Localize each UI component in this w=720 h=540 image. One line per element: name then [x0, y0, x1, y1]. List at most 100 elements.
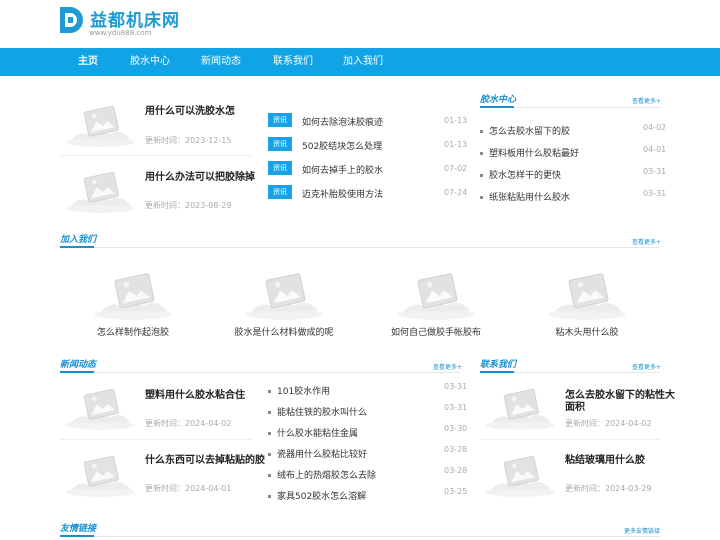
news-section-title: 新闻动态: [60, 360, 97, 370]
article-thumbnail[interactable]: [62, 100, 138, 150]
links-section-title: 友情链接: [60, 524, 97, 534]
news-item-date: 01-13: [444, 116, 468, 125]
glue-center-item[interactable]: 塑料板用什么胶粘最好: [480, 146, 579, 159]
divider: [480, 439, 660, 440]
news-tag-badge: 资讯: [268, 185, 292, 199]
news-list-item[interactable]: 101胶水作用: [268, 384, 330, 397]
nav-item-contact[interactable]: 联系我们: [273, 48, 313, 76]
divider: [60, 439, 252, 440]
section-underline: [60, 371, 94, 373]
gallery-image[interactable]: [213, 268, 355, 322]
article-title[interactable]: 用什么可以洗胶水怎: [145, 102, 235, 117]
article-title-line2[interactable]: 面积: [565, 398, 585, 413]
main-nav: 主页 胶水中心 新闻动态 联系我们 加入我们: [0, 48, 720, 76]
glue-center-item[interactable]: 怎么去胶水留下的胶: [480, 124, 570, 137]
nav-item-join[interactable]: 加入我们: [343, 48, 383, 76]
article-date: 更新时间：2024-04-01: [145, 484, 232, 493]
nav-item-glue-center[interactable]: 胶水中心: [130, 48, 170, 76]
bullet-icon: [268, 432, 271, 435]
article-date: 更新时间：2024-04-02: [565, 419, 652, 428]
gallery-caption[interactable]: 胶水是什么材料做成的呢: [209, 325, 359, 338]
article-thumbnail[interactable]: [482, 383, 558, 433]
gallery-caption[interactable]: 粘木头用什么胶: [512, 325, 662, 338]
bullet-icon: [268, 495, 271, 498]
bullet-icon: [480, 196, 483, 199]
gallery-image[interactable]: [516, 268, 658, 322]
news-item-date: 01-13: [444, 140, 468, 149]
news-item-date: 07-24: [444, 188, 468, 197]
article-date: 更新时间：2023-08-29: [145, 201, 232, 210]
article-thumbnail[interactable]: [482, 450, 558, 500]
nav-item-home[interactable]: 主页: [78, 48, 98, 76]
bullet-icon: [268, 474, 271, 477]
article-thumbnail[interactable]: [62, 166, 138, 216]
news-list-date: 03-31: [444, 382, 468, 391]
news-item-title[interactable]: 502胶结块怎么处理: [302, 139, 382, 152]
glue-center-item-date: 04-02: [643, 123, 667, 132]
news-list-date: 03-30: [444, 424, 468, 433]
nav-item-news[interactable]: 新闻动态: [201, 48, 241, 76]
section-divider: [60, 372, 460, 373]
contact-section-title: 联系我们: [480, 360, 517, 370]
bullet-icon: [480, 130, 483, 133]
news-item-date: 07-02: [444, 164, 468, 173]
news-list-item[interactable]: 家具502胶水怎么溶解: [268, 489, 366, 502]
article-date: 更新时间：2024-04-02: [145, 419, 232, 428]
article-thumbnail[interactable]: [62, 383, 138, 433]
glue-center-title: 胶水中心: [480, 95, 517, 105]
logo-d-icon: [60, 7, 83, 33]
glue-center-item-date: 03-31: [643, 189, 667, 198]
news-list-item[interactable]: 能粘住铁的胶水叫什么: [268, 405, 367, 418]
news-list-item[interactable]: 什么胶水能粘住金属: [268, 426, 358, 439]
join-us-more-link[interactable]: 查看更多+: [632, 237, 661, 246]
article-title[interactable]: 用什么办法可以把胶除掉: [145, 168, 255, 183]
news-tag-badge: 资讯: [268, 113, 292, 127]
gallery-caption[interactable]: 怎么样制作起泡胶: [58, 325, 208, 338]
glue-center-item[interactable]: 胶水怎样干的更快: [480, 168, 561, 181]
contact-more-link[interactable]: 查看更多+: [632, 362, 661, 371]
bullet-icon: [480, 174, 483, 177]
glue-center-item[interactable]: 纸张粘贴用什么胶水: [480, 190, 570, 203]
logo-url: www.ydu888.com: [89, 29, 152, 37]
section-divider: [60, 247, 660, 248]
section-underline: [60, 535, 94, 537]
article-title[interactable]: 塑料用什么胶水粘合住: [145, 386, 245, 401]
news-list-item[interactable]: 瓷器用什么胶粘比较好: [268, 447, 367, 460]
news-item-title[interactable]: 如何去除泡沫胶痕迹: [302, 115, 383, 128]
bullet-icon: [268, 453, 271, 456]
bullet-icon: [268, 390, 271, 393]
glue-center-item-date: 03-31: [643, 167, 667, 176]
news-tag-badge: 资讯: [268, 137, 292, 151]
glue-center-item-date: 04-01: [643, 145, 667, 154]
article-title[interactable]: 粘结玻璃用什么胶: [565, 451, 645, 466]
divider: [60, 155, 252, 156]
glue-center-more-link[interactable]: 查看更多+: [632, 96, 661, 105]
logo-text: 益都机床网: [90, 11, 180, 31]
article-title[interactable]: 什么东西可以去掉粘贴的胶: [145, 451, 265, 466]
news-list-item[interactable]: 绒布上的热熔胶怎么去除: [268, 468, 376, 481]
gallery-caption[interactable]: 如何自己做胶手帐胶布: [361, 325, 511, 338]
bullet-icon: [268, 411, 271, 414]
join-us-title: 加入我们: [60, 235, 97, 245]
gallery-image[interactable]: [365, 268, 507, 322]
section-underline: [60, 246, 94, 248]
section-underline: [480, 106, 514, 108]
news-list-date: 03-28: [444, 445, 468, 454]
article-date: 更新时间：2023-12-15: [145, 136, 232, 145]
news-list-date: 03-28: [444, 466, 468, 475]
news-item-title[interactable]: 迈克补胎胶使用方法: [302, 187, 383, 200]
news-more-link[interactable]: 查看更多+: [433, 362, 462, 371]
news-list-date: 03-31: [444, 403, 468, 412]
section-divider: [60, 536, 660, 537]
site-logo[interactable]: 益都机床网 www.ydu888.com: [59, 4, 189, 40]
site-header: 益都机床网 www.ydu888.com: [0, 0, 720, 48]
gallery-image[interactable]: [62, 268, 204, 322]
news-list-date: 03-25: [444, 487, 468, 496]
bullet-icon: [480, 152, 483, 155]
news-item-title[interactable]: 如何去掉手上的胶水: [302, 163, 383, 176]
news-tag-badge: 资讯: [268, 161, 292, 175]
article-date: 更新时间：2024-03-29: [565, 484, 652, 493]
article-thumbnail[interactable]: [62, 450, 138, 500]
links-more-link[interactable]: 更多友情链接: [624, 526, 660, 535]
section-underline: [480, 371, 514, 373]
